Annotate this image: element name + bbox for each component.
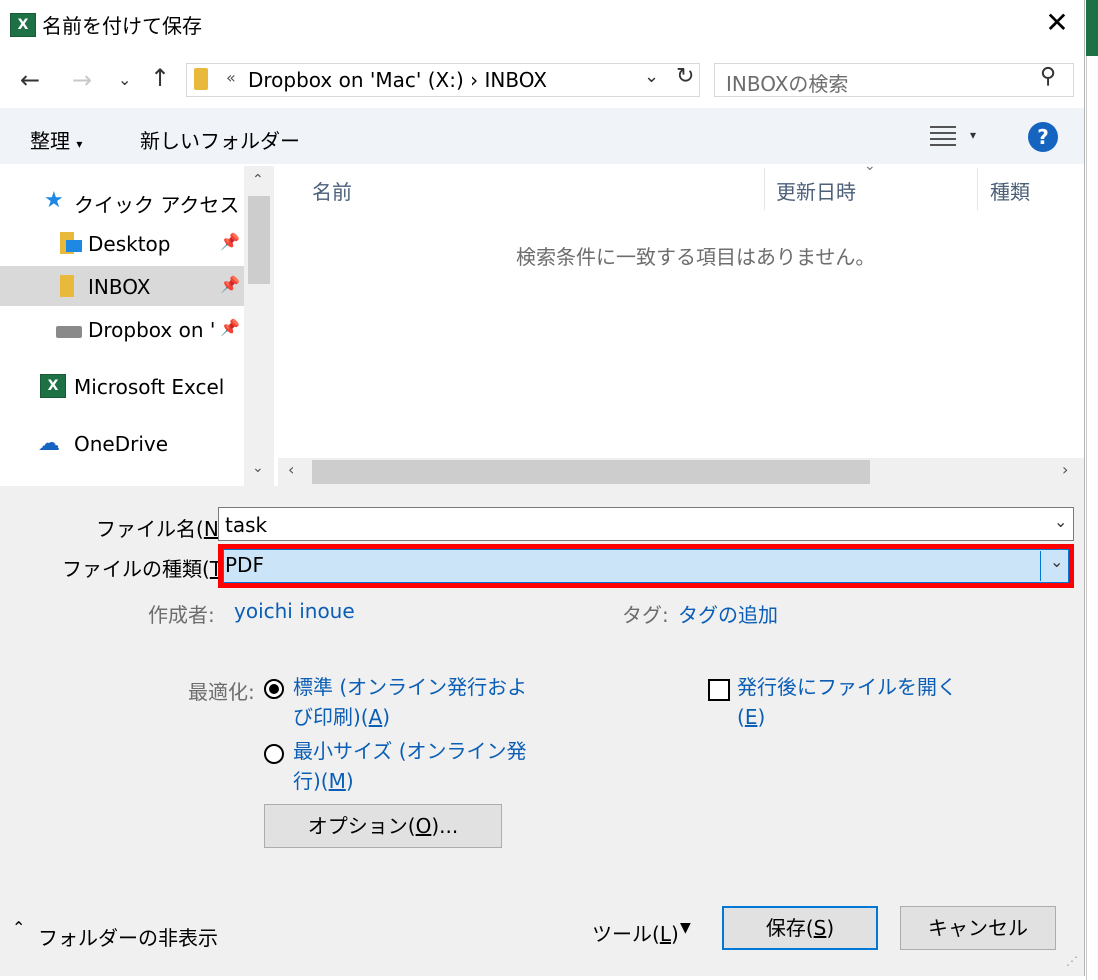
radio-minimum[interactable] [264,744,284,764]
opt-standard-label[interactable]: 標準 (オンライン発行およ び印刷)(A) [293,672,527,732]
tags-value[interactable]: タグの追加 [678,599,778,628]
address-dropdown-icon[interactable]: ⌄ [644,66,659,87]
address-path[interactable]: Dropbox on 'Mac' (X:) › INBOX [248,68,547,92]
breadcrumb-separator: › [470,68,479,92]
sidebar-item-label: INBOX [88,275,151,299]
tools-menu[interactable]: ツール(L) [592,918,679,947]
author-label: 作成者: [148,603,215,627]
excel-icon: X [10,13,36,37]
view-dropdown-icon[interactable]: ▾ [970,128,976,142]
tags-label: タグ: [622,603,669,627]
sidebar-item-onedrive[interactable]: OneDrive [74,432,168,456]
filetype-dropdown-icon[interactable]: ⌄ [1050,552,1063,571]
tools-dropdown-icon[interactable]: ▼ [680,920,691,936]
scroll-right-icon[interactable]: › [1062,460,1068,479]
dialog-title: 名前を付けて保存 [42,14,202,38]
excel-icon: X [40,374,66,398]
author-value[interactable]: yoichi inoue [234,599,355,623]
sidebar-item-label: Desktop [88,232,171,256]
pin-icon: 📌 [220,232,240,251]
hscroll-thumb[interactable] [312,460,870,484]
hide-folders-toggle[interactable]: フォルダーの非表示 [38,922,218,951]
forward-icon[interactable]: → [72,66,92,94]
filename-label: ファイル名(N): [96,517,233,541]
column-header-type[interactable]: 種類 [990,176,1030,205]
radio-standard[interactable] [264,679,284,699]
quick-access[interactable]: クイック アクセス [74,189,239,218]
desktop-icon [66,240,82,252]
optimize-label: 最適化: [188,680,255,704]
opt-min-label[interactable]: 最小サイズ (オンライン発 行)(M) [293,736,527,796]
back-icon[interactable]: ← [20,66,40,94]
empty-message: 検索条件に一致する項目はありません。 [516,245,876,269]
nav-scroll-thumb[interactable] [248,196,270,284]
resize-grip-icon[interactable]: ⋰ [1066,954,1078,968]
pin-icon: 📌 [220,275,240,294]
column-divider[interactable] [764,168,765,210]
dropdown-divider [1040,551,1041,581]
drive-icon [56,326,82,338]
recent-locations-icon[interactable]: ⌄ [118,70,131,89]
filename-input[interactable]: task [225,513,267,537]
filetype-label: ファイルの種類(T): [62,557,237,581]
sort-indicator-icon: ⌄ [864,158,876,174]
address-overflow[interactable]: « [226,68,236,87]
onedrive-icon: ☁ [38,431,60,456]
file-list [276,164,1084,486]
filename-field[interactable] [218,507,1074,541]
column-divider[interactable] [977,168,978,210]
search-input[interactable]: INBOXの検索 [726,68,848,97]
scroll-left-icon[interactable]: ‹ [288,460,294,479]
folder-icon [194,68,208,90]
column-header-name[interactable]: 名前 [312,176,352,205]
search-icon[interactable]: ⚲ [1040,64,1056,89]
sidebar-item-label: Dropbox on 'I [88,318,216,342]
star-icon: ★ [44,188,64,213]
column-header-date[interactable]: 更新日時 [776,176,856,205]
view-options-icon[interactable] [930,124,956,146]
organize-menu[interactable]: 整理 ▾ [30,125,82,154]
chevron-up-icon[interactable]: ⌃ [12,918,25,937]
excel-grid-edge [1086,56,1098,980]
help-icon[interactable]: ? [1028,122,1058,152]
open-after-checkbox[interactable] [708,679,730,701]
save-button[interactable]: 保存(S) [722,906,878,950]
cancel-button[interactable]: キャンセル [900,906,1056,950]
open-after-label[interactable]: 発行後にファイルを開く (E) [737,672,957,732]
new-folder-button[interactable]: 新しいフォルダー [140,125,300,154]
options-button[interactable]: オプション(O)... [264,804,502,848]
folder-icon [60,275,74,297]
filetype-select[interactable] [223,549,1069,583]
scroll-up-icon[interactable]: ⌃ [252,172,264,188]
breadcrumb-inbox[interactable]: INBOX [485,68,547,92]
scroll-down-icon[interactable]: ⌄ [252,460,264,476]
refresh-icon[interactable]: ↻ [676,64,694,89]
filetype-value[interactable]: PDF [225,553,264,577]
up-icon[interactable]: ↑ [150,64,170,92]
close-button[interactable]: ✕ [1040,6,1074,40]
sidebar-item-excel[interactable]: Microsoft Excel [74,375,224,399]
filename-dropdown-icon[interactable]: ⌄ [1054,512,1067,531]
pin-icon: 📌 [220,318,240,337]
